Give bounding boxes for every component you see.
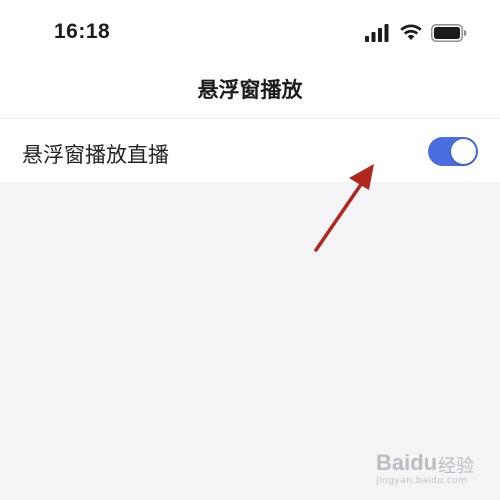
- wifi-icon: [400, 24, 422, 40]
- floating-window-live-toggle[interactable]: [428, 137, 478, 166]
- watermark-brand: Baidu: [376, 450, 438, 475]
- page-title: 悬浮窗播放: [197, 78, 303, 102]
- watermark-sub: 经验: [438, 456, 474, 477]
- battery-icon: [431, 24, 467, 42]
- cellular-signal-icon: [365, 24, 389, 42]
- settings-row-floating-live[interactable]: 悬浮窗播放直播: [0, 119, 500, 182]
- watermark-url: jingyan.baidu.com: [376, 476, 468, 486]
- status-bar: 16:18: [0, 0, 500, 64]
- setting-label: 悬浮窗播放直播: [22, 143, 169, 167]
- top-panel: 16:18 悬浮窗播放 悬浮窗播放直播: [0, 0, 500, 182]
- baidu-watermark: Baidu 经验 jingyan.baidu.com: [372, 442, 492, 490]
- status-time: 16:18: [54, 20, 111, 43]
- toggle-knob: [451, 139, 476, 164]
